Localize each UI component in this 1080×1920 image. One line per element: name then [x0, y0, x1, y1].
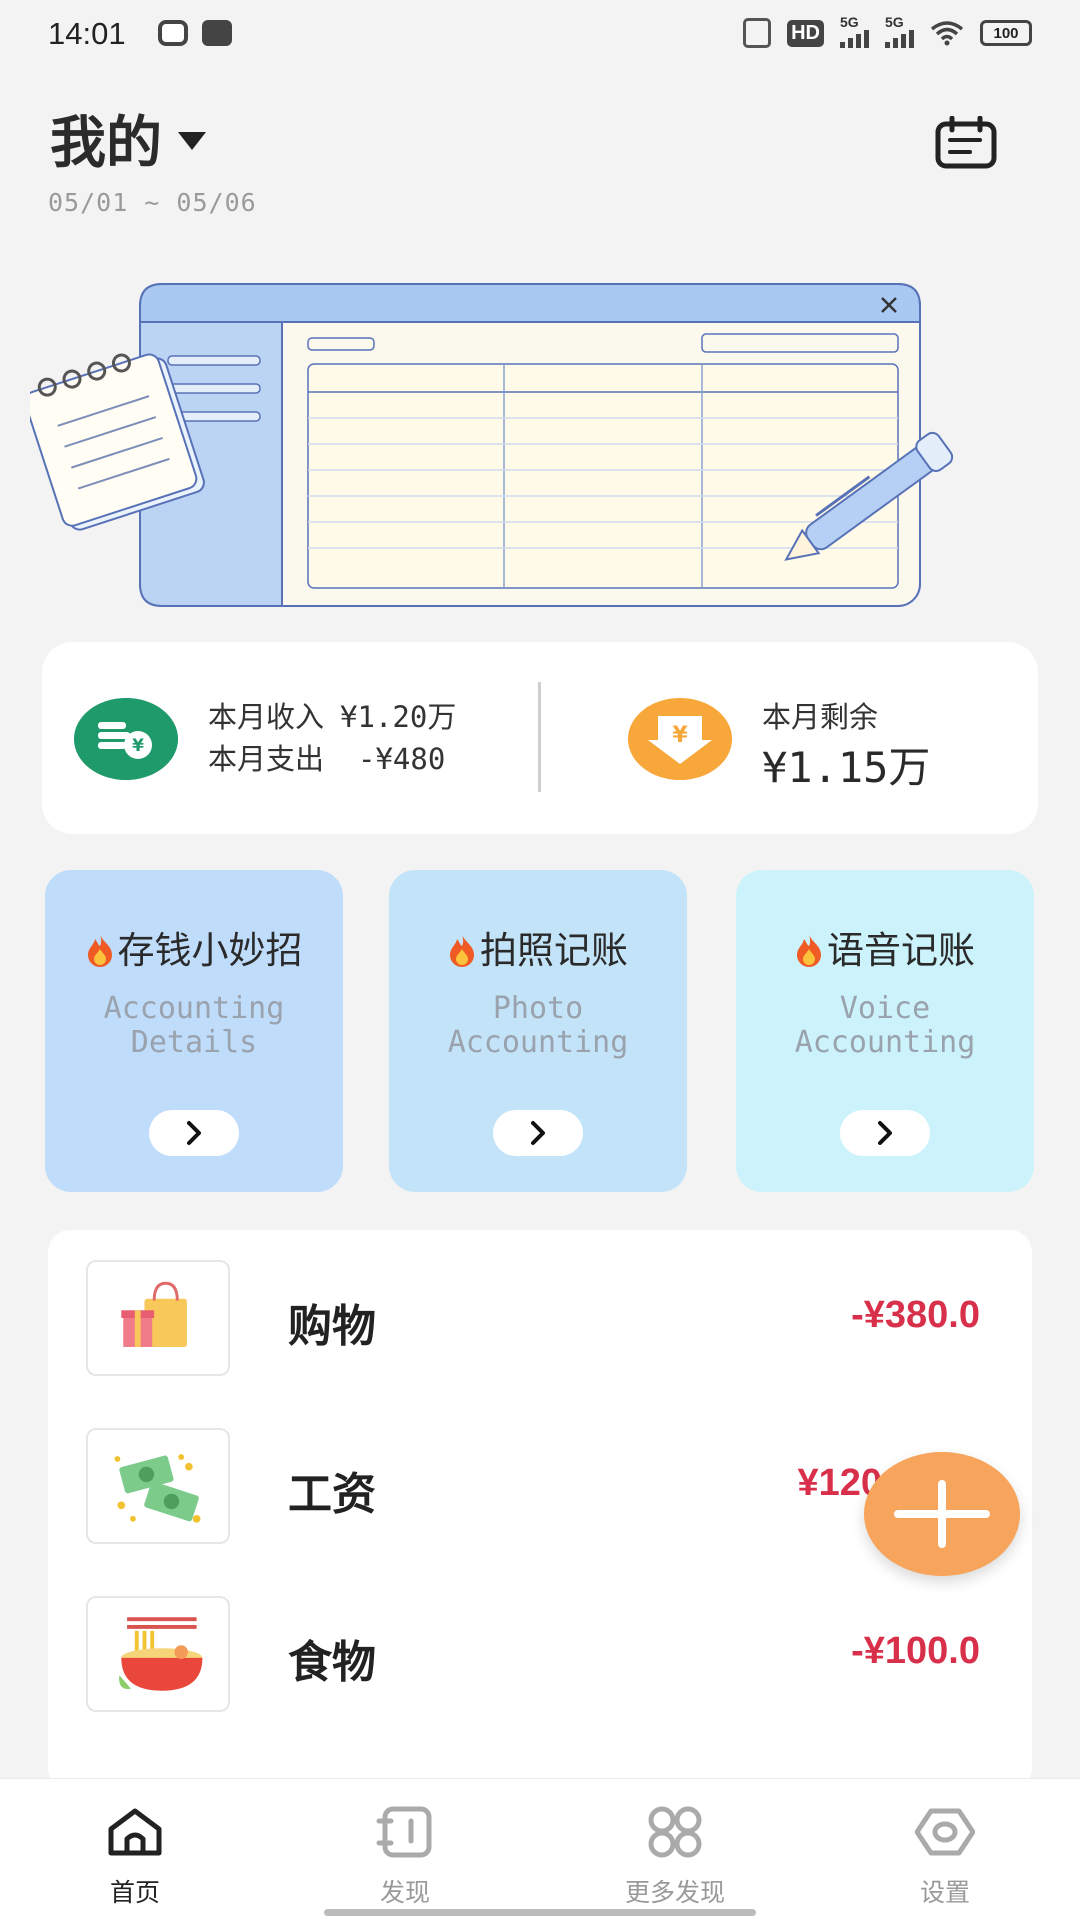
feature-title: 拍照记账: [480, 929, 628, 972]
notebook-icon: [376, 1806, 432, 1858]
vibrate-icon: [743, 18, 772, 48]
signal-icon-2: 5G: [885, 14, 914, 48]
expense-value: -¥480: [358, 742, 446, 776]
nav-item-more[interactable]: 更多发现: [575, 1779, 775, 1920]
yen-down-arrow-icon: ¥: [628, 698, 732, 780]
balance-label: 本月剩余: [762, 700, 879, 734]
feature-title-row: 语音记账: [736, 920, 1034, 974]
signal-label: 5G: [840, 14, 859, 30]
go-button[interactable]: [493, 1110, 583, 1156]
chevron-right-icon: [531, 1121, 545, 1145]
nav-label: 发现: [379, 1878, 430, 1907]
go-button[interactable]: [149, 1110, 239, 1156]
monthly-summary-card[interactable]: ¥ 本月收入 ¥1.20万 本月支出 -¥480 ¥ 本月剩余 ¥1.15万: [42, 642, 1038, 834]
feature-title: 语音记账: [827, 929, 975, 972]
chevron-right-icon: [187, 1121, 201, 1145]
feature-subtitle: Photo Accounting: [447, 991, 629, 1060]
status-right-icons: HD 5G 5G 100: [743, 14, 1032, 48]
battery-icon: 100: [980, 20, 1032, 46]
shopping-bag-icon: [86, 1260, 230, 1376]
add-record-button[interactable]: [864, 1452, 1020, 1576]
divider: [538, 682, 541, 792]
date-range[interactable]: 05/01 ~ 05/06: [48, 188, 257, 217]
nav-label: 首页: [109, 1878, 160, 1907]
svg-text:¥: ¥: [672, 723, 688, 748]
record-amount: -¥100.0: [851, 1630, 980, 1672]
feature-card-voice-accounting[interactable]: 语音记账 Voice Accounting: [736, 870, 1034, 1192]
fire-icon: [797, 934, 821, 967]
income-value: ¥1.20万: [340, 700, 457, 734]
wifi-icon: [930, 21, 964, 46]
record-category: 工资: [288, 1469, 376, 1520]
bottom-nav: 首页 发现 更多发现 设置: [0, 1778, 1080, 1920]
feature-subtitle: Voice Accounting: [794, 991, 976, 1060]
balance-value: ¥1.15万: [762, 743, 931, 792]
coins-icon: ¥: [74, 698, 178, 780]
notification-app-icon: [202, 20, 232, 46]
home-icon: [108, 1808, 162, 1856]
signal-label-2: 5G: [885, 14, 904, 30]
notification-icon: [158, 20, 188, 46]
hexagon-eye-icon: [915, 1808, 975, 1856]
list-item[interactable]: 食物 -¥100.0: [48, 1596, 1032, 1714]
nav-item-discover[interactable]: 发现: [305, 1779, 505, 1920]
signal-icon: 5G: [840, 14, 869, 48]
money-icon: [86, 1428, 230, 1544]
record-category: 食物: [288, 1637, 376, 1688]
svg-text:¥: ¥: [132, 736, 144, 756]
status-time: 14:01: [48, 16, 126, 51]
page-title: 我的: [50, 111, 162, 176]
account-selector[interactable]: 我的: [50, 98, 206, 179]
income-expense-block: 本月收入 ¥1.20万 本月支出 -¥480: [208, 696, 456, 780]
record-category: 购物: [288, 1301, 376, 1352]
nav-label: 更多发现: [624, 1878, 725, 1907]
feature-title: 存钱小妙招: [117, 929, 303, 972]
fire-icon: [450, 934, 474, 967]
expense-label: 本月支出: [208, 742, 325, 776]
chevron-right-icon: [878, 1121, 892, 1145]
feature-card-photo-accounting[interactable]: 拍照记账 Photo Accounting: [389, 870, 687, 1192]
ledger-illustration: [30, 283, 954, 607]
income-label: 本月收入: [208, 700, 325, 734]
feature-card-saving-tips[interactable]: 存钱小妙招 Accounting Details: [45, 870, 343, 1192]
caret-down-icon: [178, 131, 206, 150]
feature-title-row: 拍照记账: [389, 920, 687, 974]
home-indicator[interactable]: [324, 1909, 756, 1916]
record-amount: -¥380.0: [851, 1294, 980, 1336]
nav-item-home[interactable]: 首页: [35, 1779, 235, 1920]
noodle-bowl-icon: [86, 1596, 230, 1712]
nav-label: 设置: [919, 1878, 970, 1907]
feature-subtitle: Accounting Details: [103, 991, 285, 1060]
grid-icon: [648, 1806, 702, 1858]
nav-item-settings[interactable]: 设置: [845, 1779, 1045, 1920]
list-item[interactable]: 购物 -¥380.0: [48, 1260, 1032, 1378]
hd-icon: HD: [787, 19, 824, 47]
fire-icon: [87, 934, 112, 967]
status-bar: 14:01 HD 5G 5G 100: [0, 0, 1080, 70]
feature-title-row: 存钱小妙招: [45, 920, 343, 974]
calendar-icon[interactable]: [934, 116, 998, 170]
status-notification-icons: [158, 20, 232, 46]
go-button[interactable]: [840, 1110, 930, 1156]
